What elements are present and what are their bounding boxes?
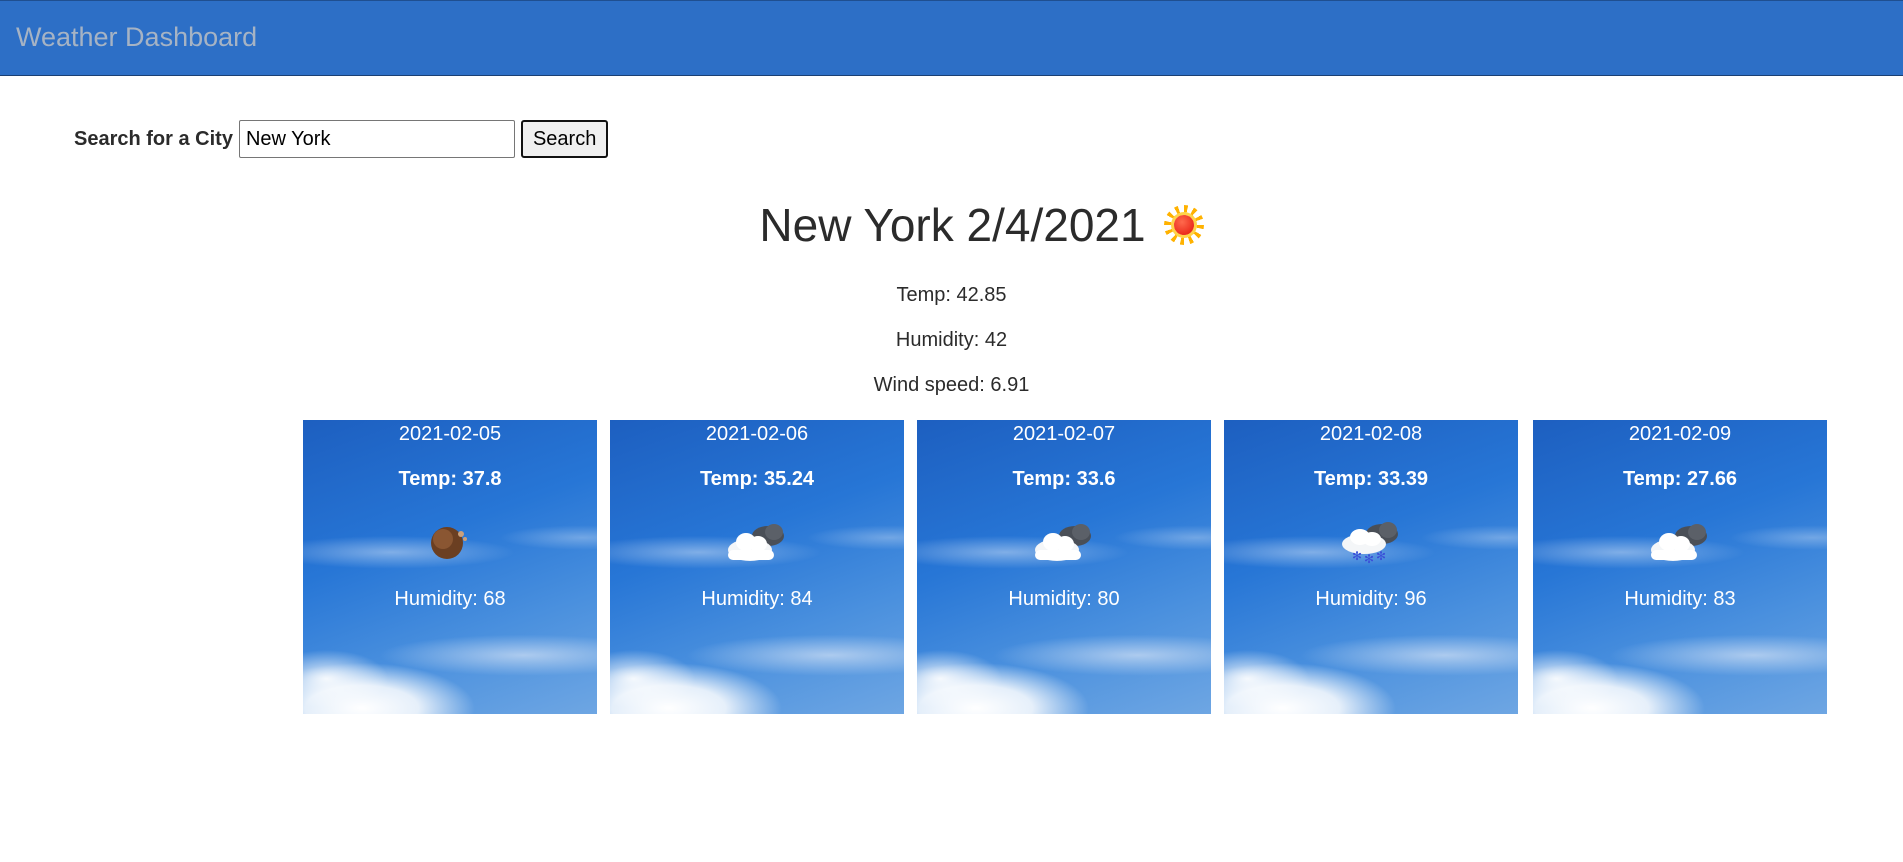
clear-sky-sun-icon bbox=[1163, 205, 1204, 245]
city-date-title: New York 2/4/2021 bbox=[759, 199, 1146, 251]
current-temp: Temp: 42.85 bbox=[896, 284, 1007, 306]
snow-cloud-icon: ✻ ✻ ✻ bbox=[1342, 522, 1398, 564]
current-humidity: Humidity: 42 bbox=[895, 329, 1008, 351]
search-button[interactable]: Search bbox=[520, 120, 609, 158]
search-form: Search for a City Search bbox=[74, 120, 609, 158]
forecast-humidity: Humidity: 83 bbox=[1624, 588, 1736, 610]
forecast-temp: Temp: 37.8 bbox=[398, 468, 502, 490]
forecast-card: 2021-02-09 Temp: 27.66 Humidity: 83 bbox=[1533, 420, 1827, 714]
forecast-temp: Temp: 27.66 bbox=[1622, 468, 1738, 490]
rain-cloud-icon bbox=[431, 527, 467, 559]
current-wind-speed: Wind speed: 6.91 bbox=[873, 374, 1030, 396]
forecast-date: 2021-02-05 bbox=[398, 423, 502, 445]
forecast-date: 2021-02-08 bbox=[1319, 423, 1423, 445]
forecast-humidity: Humidity: 80 bbox=[1008, 588, 1120, 610]
forecast-temp: Temp: 33.39 bbox=[1313, 468, 1429, 490]
search-label: Search for a City bbox=[74, 127, 233, 150]
city-search-input[interactable] bbox=[238, 120, 515, 158]
forecast-humidity: Humidity: 96 bbox=[1315, 588, 1427, 610]
svg-text:✻: ✻ bbox=[1352, 549, 1362, 563]
svg-text:✻: ✻ bbox=[1364, 552, 1374, 564]
forecast-date: 2021-02-09 bbox=[1628, 423, 1732, 445]
brand-title[interactable]: Weather Dashboard bbox=[16, 22, 257, 53]
broken-clouds-icon bbox=[1035, 524, 1091, 561]
forecast-card: 2021-02-07 Temp: 33.6 Humidity: 80 bbox=[917, 420, 1211, 714]
forecast-card: 2021-02-06 Temp: 35.24 Humidity: 84 bbox=[610, 420, 904, 714]
forecast-card: 2021-02-05 Temp: 37.8 Humidity: 68 bbox=[303, 420, 597, 714]
broken-clouds-icon bbox=[728, 524, 784, 561]
forecast-temp: Temp: 33.6 bbox=[1012, 468, 1116, 490]
forecast-humidity: Humidity: 84 bbox=[701, 588, 813, 610]
current-weather-header: New York 2/4/2021 bbox=[0, 198, 1903, 252]
forecast-date: 2021-02-06 bbox=[705, 423, 809, 445]
forecast-date: 2021-02-07 bbox=[1012, 423, 1116, 445]
svg-text:✻: ✻ bbox=[1376, 549, 1386, 563]
navbar: Weather Dashboard bbox=[0, 0, 1903, 76]
forecast-card: 2021-02-08 Temp: 33.39 ✻ ✻ ✻ Humidity: 9… bbox=[1224, 420, 1518, 714]
broken-clouds-icon bbox=[1651, 524, 1707, 561]
forecast-cards: 2021-02-05 Temp: 37.8 Humidity: 68 2021-… bbox=[303, 420, 1827, 714]
current-weather-title: New York 2/4/2021 bbox=[759, 198, 1204, 252]
forecast-humidity: Humidity: 68 bbox=[394, 588, 506, 610]
forecast-temp: Temp: 35.24 bbox=[699, 468, 815, 490]
